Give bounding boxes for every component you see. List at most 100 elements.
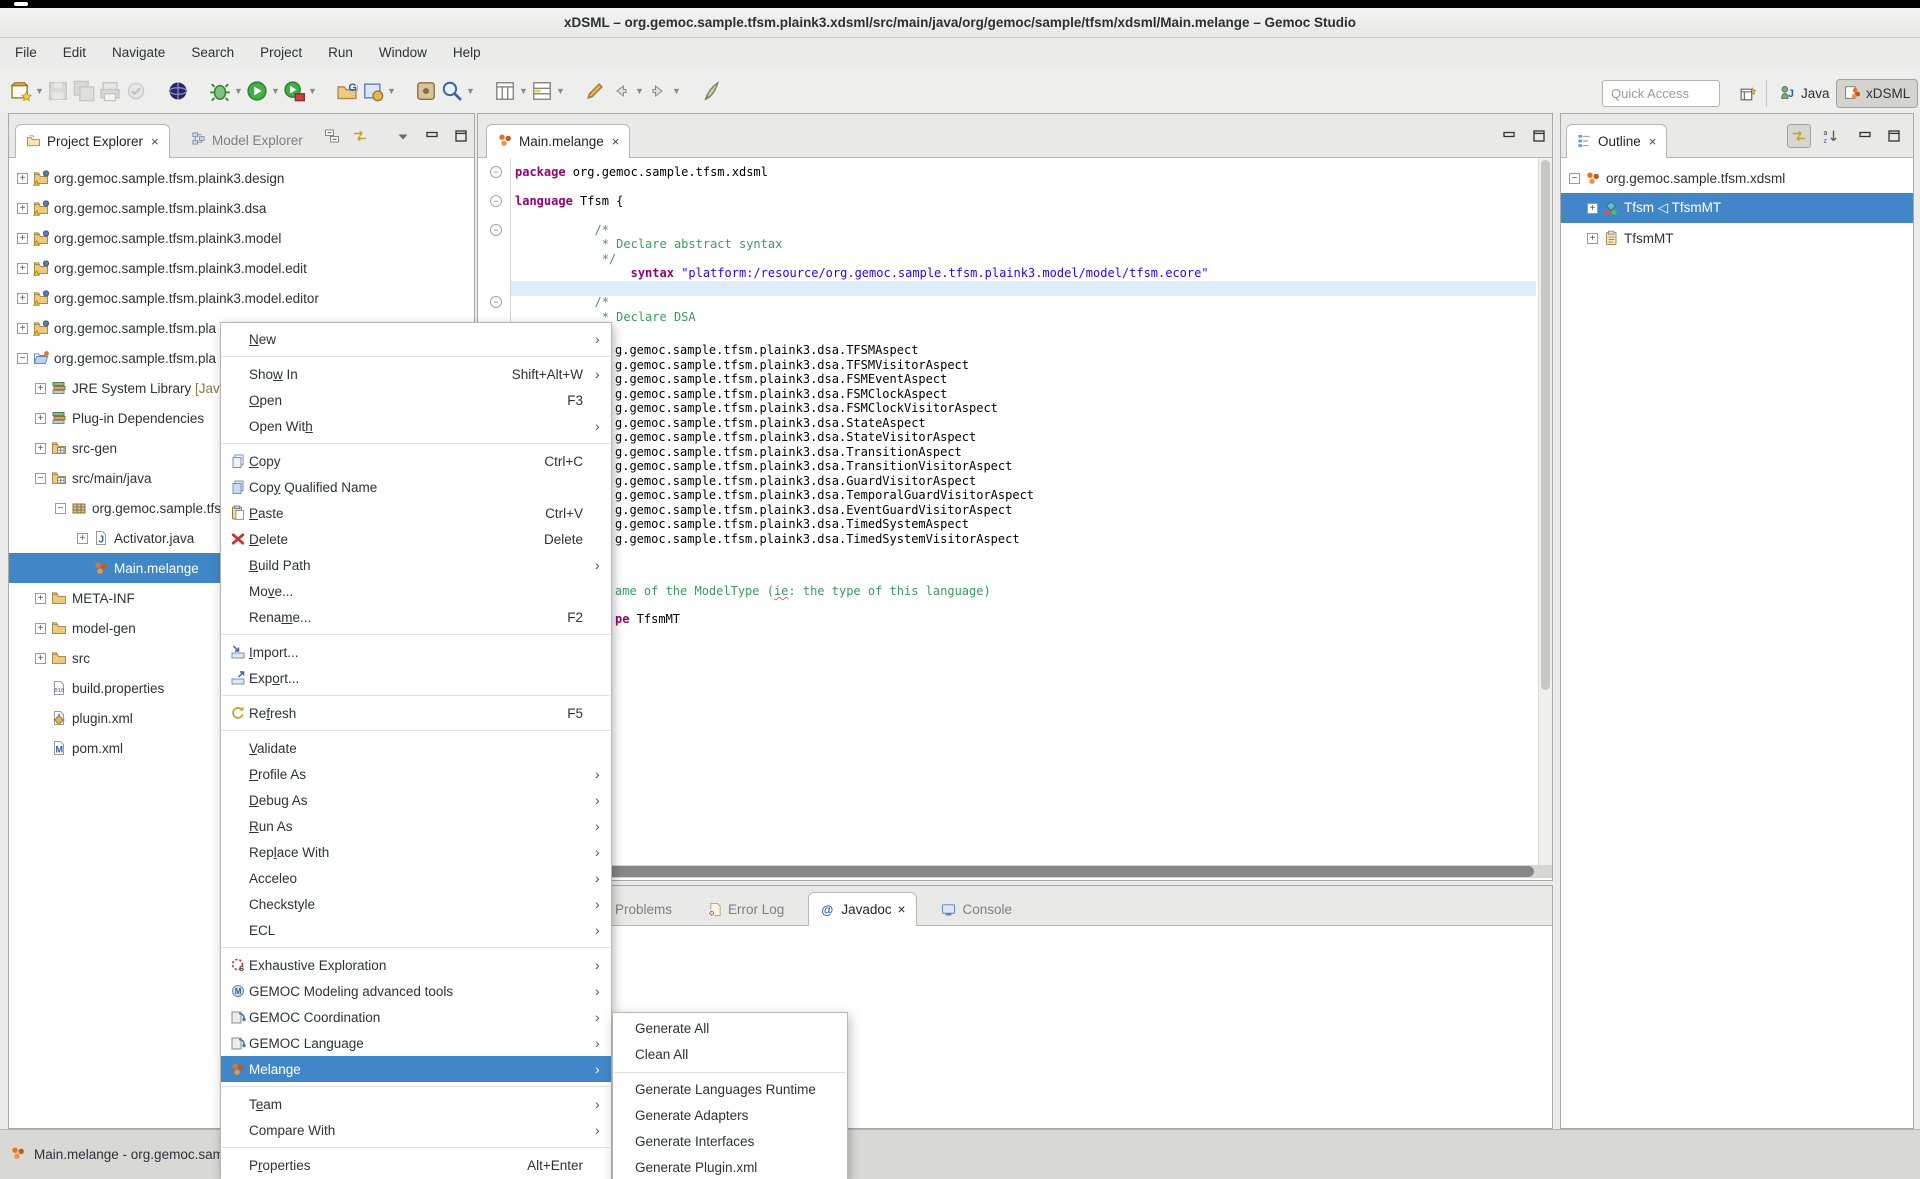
chevron-down-icon[interactable]: ▼ [518, 78, 529, 104]
toolbar-web-browser-button[interactable] [165, 78, 191, 104]
menu-item-rename[interactable]: Rename... F2 [221, 604, 611, 630]
expand-icon[interactable]: + [17, 263, 28, 274]
chevron-down-icon[interactable]: ▼ [634, 78, 645, 104]
link-with-editor-button[interactable] [348, 124, 372, 148]
close-icon[interactable]: × [1649, 134, 1657, 149]
menu-item-show-in[interactable]: Show In Shift+Alt+W › [221, 361, 611, 387]
menu-item-validate[interactable]: Validate [221, 735, 611, 761]
menu-item-gemoc-coordination[interactable]: GEMOC Coordination › [221, 1004, 611, 1030]
toolbar-debug-button[interactable] [207, 78, 233, 104]
menu-item-properties[interactable]: Properties Alt+Enter [221, 1152, 611, 1178]
tab-main-melange[interactable]: Main.melange × [486, 124, 630, 158]
maximize-button[interactable] [449, 124, 473, 148]
expand-icon[interactable]: + [17, 203, 28, 214]
scrollbar-thumb[interactable] [1541, 160, 1550, 690]
expand-icon[interactable]: + [77, 533, 88, 544]
toolbar-print-button[interactable] [97, 78, 123, 104]
submenu-item-generate-interfaces[interactable]: Generate Interfaces [613, 1129, 847, 1155]
close-icon[interactable]: × [612, 134, 620, 149]
menu-item-export[interactable]: Export... [221, 665, 611, 691]
menu-item-open[interactable]: Open F3 [221, 387, 611, 413]
menu-item-compare-with[interactable]: Compare With › [221, 1117, 611, 1143]
menubar-item-window[interactable]: Window [366, 39, 440, 66]
expand-icon[interactable]: + [35, 413, 46, 424]
expand-icon[interactable]: + [35, 623, 46, 634]
tab-problems[interactable]: Problems [605, 893, 682, 925]
chevron-down-icon[interactable]: ▼ [386, 78, 397, 104]
menu-item-move[interactable]: Move... [221, 578, 611, 604]
menu-item-replace-with[interactable]: Replace With › [221, 839, 611, 865]
scrollbar-thumb[interactable] [486, 866, 1534, 877]
menu-item-debug-as[interactable]: Debug As › [221, 787, 611, 813]
collapse-all-button[interactable] [320, 124, 344, 148]
fold-collapse-icon[interactable]: − [490, 296, 502, 308]
menu-item-refresh[interactable]: Refresh F5 [221, 700, 611, 726]
collapse-icon[interactable]: − [35, 473, 46, 484]
chevron-down-icon[interactable]: ▼ [233, 78, 244, 104]
close-icon[interactable]: × [898, 902, 906, 917]
menu-item-checkstyle[interactable]: Checkstyle › [221, 891, 611, 917]
expand-icon[interactable]: + [1587, 203, 1598, 214]
chevron-down-icon[interactable]: ▼ [270, 78, 281, 104]
toolbar-update-button[interactable] [123, 78, 149, 104]
toolbar-external-tools-button[interactable] [281, 78, 307, 104]
toolbar-mark-occurrences-button[interactable] [698, 78, 724, 104]
minimize-button[interactable] [1853, 124, 1877, 148]
view-menu-button[interactable] [391, 124, 415, 148]
link-with-editor-button[interactable] [1787, 124, 1811, 148]
toolbar-save-all-button[interactable] [71, 78, 97, 104]
toolbar-new-plugin-project-button[interactable] [360, 78, 386, 104]
menu-item-team[interactable]: Team › [221, 1091, 611, 1117]
tab-javadoc[interactable]: @ Javadoc × [808, 892, 916, 926]
minimize-button[interactable] [1497, 124, 1521, 148]
chevron-down-icon[interactable]: ▼ [307, 78, 318, 104]
menu-item-ecl[interactable]: ECL › [221, 917, 611, 943]
menu-item-melange[interactable]: Melange › [221, 1056, 611, 1082]
menu-item-delete[interactable]: Delete Delete [221, 526, 611, 552]
fold-collapse-icon[interactable]: − [490, 195, 502, 207]
toolbar-forward-button[interactable] [645, 78, 671, 104]
expand-icon[interactable]: + [17, 173, 28, 184]
submenu-item-generate-languages-runtime[interactable]: Generate Languages Runtime [613, 1077, 847, 1103]
menu-item-gemoc-modeling-advanced-tools[interactable]: M GEMOC Modeling advanced tools › [221, 978, 611, 1004]
toolbar-new-ecore-button[interactable] [413, 78, 439, 104]
expand-icon[interactable]: + [17, 293, 28, 304]
tree-item-org-gemoc-sample-tfsm-plaink3-design[interactable]: + org.gemoc.sample.tfsm.plaink3.design [9, 163, 474, 193]
submenu-item-generate-all[interactable]: Generate All [613, 1016, 847, 1042]
editor-horizontal-scrollbar[interactable] [478, 865, 1552, 878]
editor-vertical-scrollbar[interactable] [1538, 158, 1552, 866]
collapse-icon[interactable]: − [17, 353, 28, 364]
toolbar-last-edit-button[interactable] [582, 78, 608, 104]
menubar-item-navigate[interactable]: Navigate [99, 39, 178, 66]
tree-item-org-gemoc-sample-tfsm-plaink3-model[interactable]: + org.gemoc.sample.tfsm.plaink3.model [9, 223, 474, 253]
menu-item-profile-as[interactable]: Profile As › [221, 761, 611, 787]
toolbar-run-button[interactable] [244, 78, 270, 104]
submenu-item-clean-all[interactable]: Clean All [613, 1042, 847, 1068]
expand-icon[interactable]: + [35, 443, 46, 454]
minimize-button[interactable] [420, 124, 444, 148]
menubar-item-help[interactable]: Help [440, 39, 494, 66]
outline-item-org-gemoc-sample-tfsm-xdsml[interactable]: − org.gemoc.sample.tfsm.xdsml [1561, 163, 1913, 193]
tree-item-org-gemoc-sample-tfsm-plaink3-model-editor[interactable]: + org.gemoc.sample.tfsm.plaink3.model.ed… [9, 283, 474, 313]
tree-item-org-gemoc-sample-tfsm-plaink3-model-edit[interactable]: + org.gemoc.sample.tfsm.plaink3.model.ed… [9, 253, 474, 283]
toolbar-back-button[interactable] [608, 78, 634, 104]
tab-error-log[interactable]: Error Log [696, 893, 794, 925]
perspective-java-button[interactable]: JJava [1772, 79, 1837, 108]
submenu-item-generate-plugin-xml[interactable]: Generate Plugin.xml [613, 1155, 847, 1179]
toolbar-open-type-button[interactable] [492, 78, 518, 104]
toolbar-search-button[interactable] [439, 78, 465, 104]
toolbar-save-button[interactable] [45, 78, 71, 104]
toolbar-new-java-project-button[interactable]: Gr [334, 78, 360, 104]
chevron-down-icon[interactable]: ▼ [34, 78, 45, 104]
fold-collapse-icon[interactable]: − [490, 166, 502, 178]
menu-item-new[interactable]: New › [221, 326, 611, 352]
tab-model-explorer[interactable]: Model Explorer [181, 123, 313, 157]
code-editor[interactable]: −−−− package org.gemoc.sample.tfsm.xdsml… [478, 158, 1552, 880]
menu-item-exhaustive-exploration[interactable]: S Exhaustive Exploration › [221, 952, 611, 978]
menubar-item-project[interactable]: Project [247, 39, 315, 66]
tab-console[interactable]: Console [931, 893, 1023, 925]
menubar-item-file[interactable]: File [2, 39, 50, 66]
menubar-item-search[interactable]: Search [178, 39, 247, 66]
tab-project-explorer[interactable]: Project Explorer × [15, 124, 170, 158]
open-perspective-button[interactable] [1734, 81, 1760, 107]
